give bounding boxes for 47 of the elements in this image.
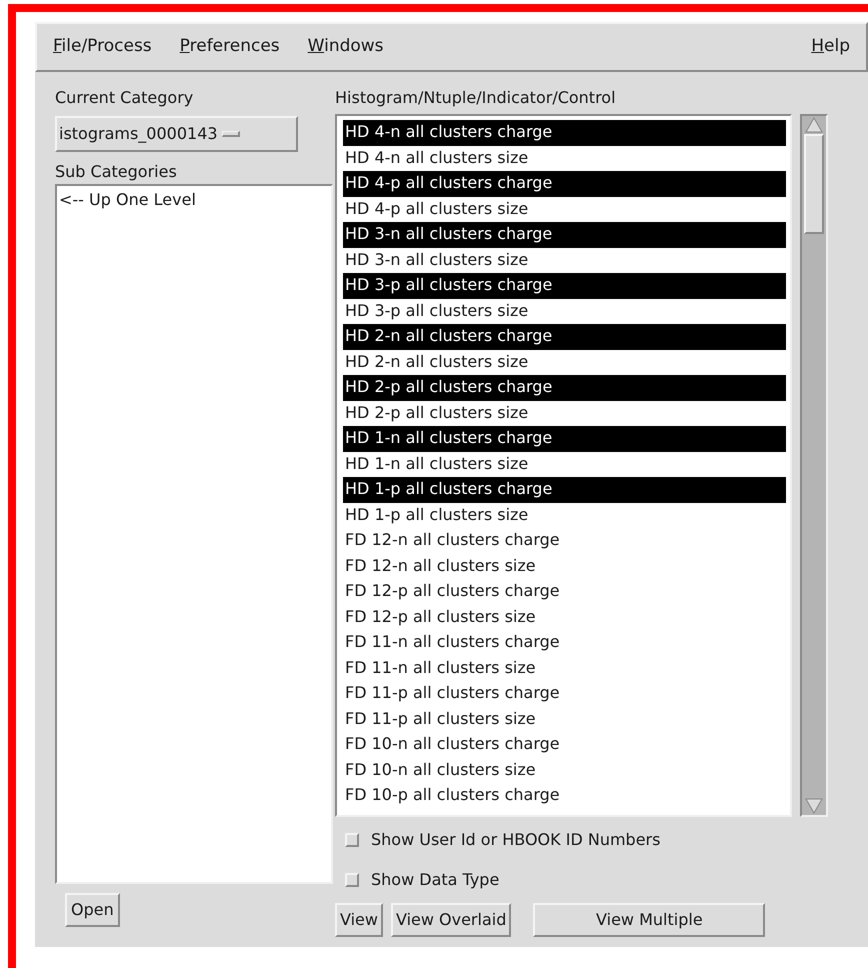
list-item[interactable]: FD 12-n all clusters size: [343, 554, 786, 579]
list-item[interactable]: HD 1-p all clusters charge: [343, 477, 786, 502]
scrollbar[interactable]: [800, 114, 828, 817]
list-item[interactable]: HD 1-n all clusters size: [343, 452, 786, 477]
checkbox-label: Show User Id or HBOOK ID Numbers: [371, 829, 660, 851]
list-item[interactable]: HD 4-n all clusters size: [343, 146, 786, 171]
list-item[interactable]: FD 11-p all clusters charge: [343, 681, 786, 706]
section-label: Sub Categories: [55, 161, 178, 183]
list-item[interactable]: HD 1-p all clusters size: [343, 502, 786, 528]
menu-item[interactable]: Preferences: [172, 30, 288, 64]
view-button[interactable]: View Overlaid: [390, 903, 512, 937]
dropdown-indicator-icon: [222, 131, 240, 137]
list-item[interactable]: HD 3-n all clusters charge: [343, 222, 786, 248]
list-item[interactable]: HD 3-p all clusters charge: [343, 273, 786, 298]
list-item[interactable]: FD 10-p all clusters charge: [343, 783, 786, 808]
list-item[interactable]: HD 3-p all clusters size: [343, 298, 786, 324]
list-item[interactable]: HD 2-p all clusters size: [343, 400, 786, 426]
list-item[interactable]: FD 10-n all clusters charge: [343, 732, 786, 758]
list-item[interactable]: FD 10-n all clusters size: [343, 758, 786, 783]
scroll-down-icon[interactable]: [804, 797, 824, 815]
list-item[interactable]: FD 11-n all clusters charge: [343, 630, 786, 656]
list-item[interactable]: FD 12-n all clusters charge: [343, 528, 786, 554]
view-button[interactable]: View Multiple: [533, 903, 766, 937]
list-item[interactable]: HD 3-n all clusters size: [343, 248, 786, 273]
open-button[interactable]: Open: [65, 893, 120, 927]
checkbox[interactable]: [345, 873, 359, 887]
list-item[interactable]: FD 12-p all clusters charge: [343, 579, 786, 604]
list-item[interactable]: HD 2-n all clusters size: [343, 350, 786, 375]
list-item[interactable]: <-- Up One Level: [57, 188, 331, 212]
list-item[interactable]: FD 12-p all clusters size: [343, 604, 786, 630]
list-item[interactable]: HD 4-p all clusters size: [343, 196, 786, 222]
category-dropdown[interactable]: istograms_0000143: [55, 116, 298, 152]
section-label: Current Category: [55, 87, 194, 109]
list-item[interactable]: HD 2-n all clusters charge: [343, 324, 786, 350]
list-item[interactable]: HD 1-n all clusters charge: [343, 426, 786, 452]
list-item[interactable]: HD 2-p all clusters charge: [343, 375, 786, 400]
checkbox[interactable]: [345, 833, 359, 847]
list-item[interactable]: HD 4-n all clusters charge: [343, 120, 786, 146]
menu-item[interactable]: File/Process: [45, 30, 160, 64]
view-button[interactable]: View: [335, 903, 383, 937]
section-label: Histogram/Ntuple/Indicator/Control: [335, 87, 617, 109]
list-item[interactable]: FD 11-n all clusters size: [343, 656, 786, 681]
list-item[interactable]: FD 11-p all clusters size: [343, 706, 786, 732]
list-item[interactable]: HD 4-p all clusters charge: [343, 171, 786, 196]
menu-item[interactable]: Windows: [300, 30, 392, 64]
checkbox-label: Show Data Type: [371, 869, 500, 891]
menu-item[interactable]: Help: [803, 30, 858, 64]
